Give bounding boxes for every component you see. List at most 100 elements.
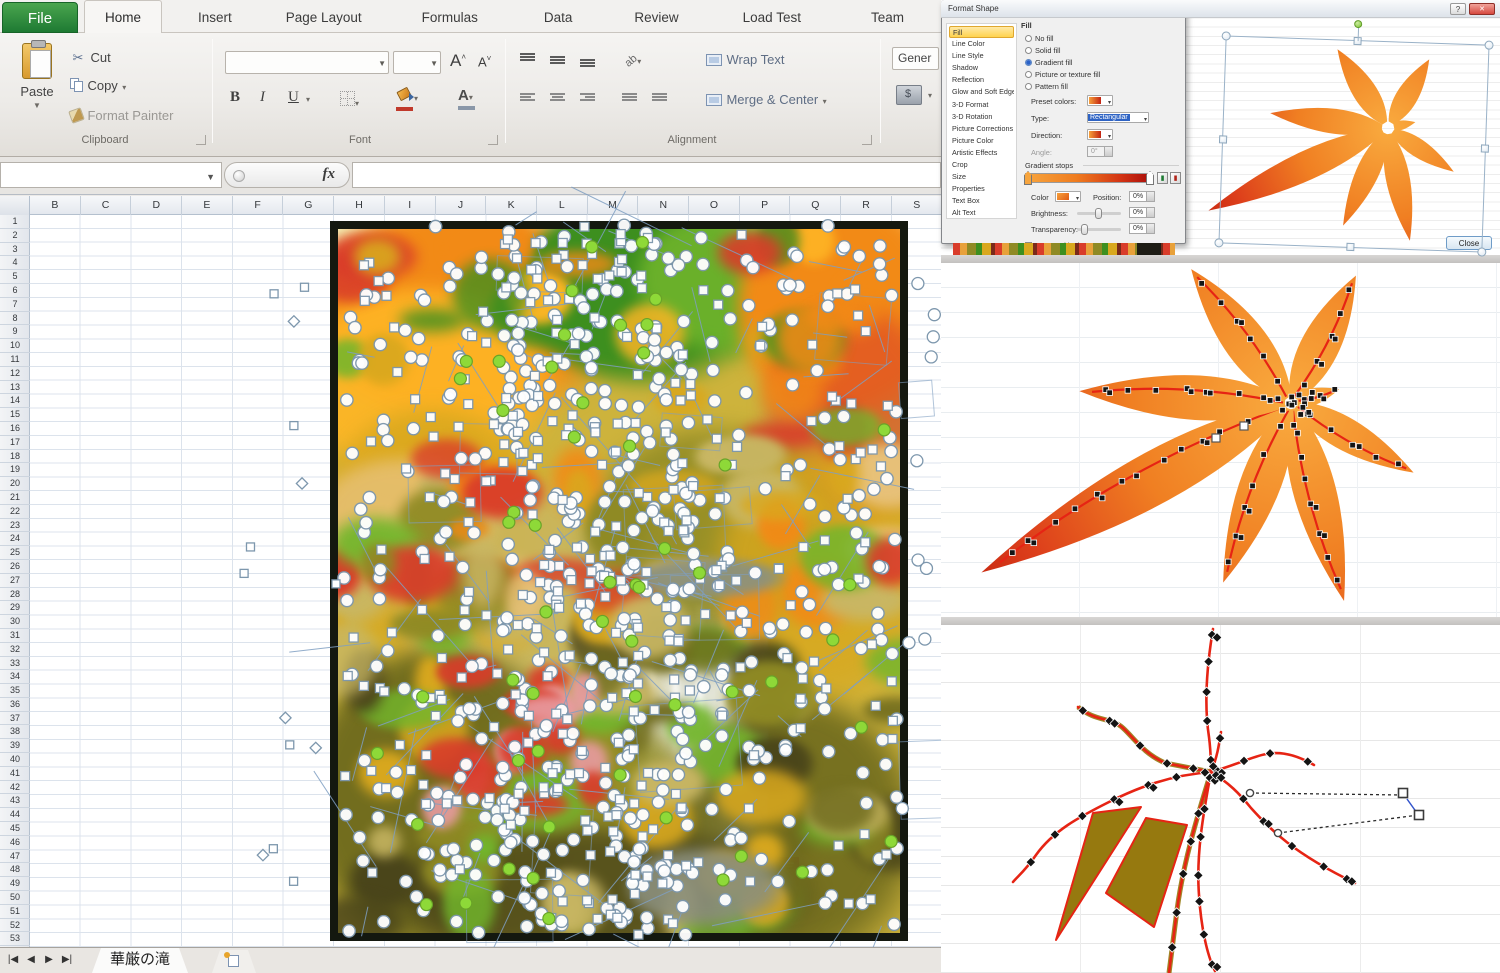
vein-edit-point[interactable] — [1298, 412, 1304, 418]
row-header-16[interactable]: 16 — [0, 422, 30, 436]
vein-edit-point[interactable] — [1246, 508, 1252, 514]
insert-function-button[interactable]: fx — [224, 162, 350, 188]
row-header-48[interactable]: 48 — [0, 863, 30, 877]
vein-edit-point[interactable] — [1204, 440, 1210, 446]
vein-edit-point[interactable] — [1325, 555, 1331, 561]
row-header-10[interactable]: 10 — [0, 339, 30, 353]
row-header-23[interactable]: 23 — [0, 519, 30, 533]
vein-edit-point[interactable] — [1153, 388, 1159, 394]
bezier-control-handle[interactable] — [1399, 789, 1408, 798]
cut-button[interactable]: ✂ Cut — [70, 49, 111, 67]
leaf-shape-with-veins[interactable] — [941, 263, 1500, 617]
vein-edit-point[interactable] — [1313, 505, 1319, 511]
row-header-25[interactable]: 25 — [0, 546, 30, 560]
vein-edit-point[interactable] — [1328, 427, 1334, 433]
paste-button[interactable]: Paste ▼ — [10, 41, 64, 133]
vein-edit-point[interactable] — [1396, 461, 1402, 467]
vein-edit-point[interactable] — [1350, 442, 1356, 448]
align-left-button[interactable] — [520, 91, 535, 109]
vein-edit-point[interactable] — [1308, 501, 1314, 507]
row-header-4[interactable]: 4 — [0, 256, 30, 270]
vein-edit-point[interactable] — [1322, 533, 1328, 539]
vein-edit-point[interactable] — [1334, 577, 1340, 583]
column-header-B[interactable]: B — [30, 196, 81, 215]
row-header-52[interactable]: 52 — [0, 919, 30, 933]
vein-edit-point[interactable] — [1202, 687, 1212, 697]
vein-edit-point[interactable] — [1188, 389, 1194, 395]
bezier-control-handle[interactable] — [1415, 811, 1424, 820]
vein-edit-point[interactable] — [1072, 506, 1078, 512]
row-header-42[interactable]: 42 — [0, 781, 30, 795]
vein-edit-point[interactable] — [1302, 382, 1308, 388]
font-color-button[interactable]: A▾ — [458, 87, 475, 110]
resize-handle[interactable] — [1222, 31, 1231, 40]
row-header-17[interactable]: 17 — [0, 436, 30, 450]
format-painter-button[interactable]: Format Painter — [70, 107, 173, 125]
vein-edit-point[interactable] — [1207, 390, 1213, 396]
vein-edit-point[interactable] — [1178, 869, 1188, 879]
row-header-41[interactable]: 41 — [0, 767, 30, 781]
ribbon-tab-insert[interactable]: Insert — [178, 1, 252, 34]
row-header-40[interactable]: 40 — [0, 753, 30, 767]
merge-center-button[interactable]: Merge & Center ▾ — [706, 91, 827, 109]
accounting-format-icon[interactable] — [896, 85, 922, 105]
file-tab[interactable]: File — [2, 2, 78, 33]
column-header-I[interactable]: I — [385, 196, 436, 215]
leaflet-shape[interactable] — [1289, 276, 1356, 400]
vein-edit-point[interactable] — [1280, 407, 1286, 413]
vein-edit-point[interactable] — [1346, 287, 1352, 293]
vein-edit-point[interactable] — [1204, 657, 1214, 667]
vein-edit-point[interactable] — [1373, 455, 1379, 461]
vein-skeleton-paths[interactable] — [941, 625, 1500, 973]
column-header-C[interactable]: C — [81, 196, 132, 215]
ribbon-tab-team[interactable]: Team — [851, 1, 924, 34]
first-sheet-button[interactable]: |◀ — [4, 948, 22, 972]
alignment-dialog-launcher[interactable] — [862, 135, 872, 145]
decrease-indent-button[interactable] — [622, 91, 637, 109]
row-header-44[interactable]: 44 — [0, 808, 30, 822]
row-header-31[interactable]: 31 — [0, 629, 30, 643]
align-middle-button[interactable] — [550, 54, 565, 72]
row-header-5[interactable]: 5 — [0, 270, 30, 284]
shape-selection-box[interactable] — [1218, 35, 1489, 252]
column-header-L[interactable]: L — [537, 196, 588, 215]
row-header-20[interactable]: 20 — [0, 477, 30, 491]
row-header-37[interactable]: 37 — [0, 712, 30, 726]
clipboard-dialog-launcher[interactable] — [196, 135, 206, 145]
vein-edit-point[interactable] — [1278, 423, 1284, 429]
column-header-M[interactable]: M — [588, 196, 639, 215]
column-header-E[interactable]: E — [182, 196, 233, 215]
vein-edit-point[interactable] — [1218, 300, 1224, 306]
row-header-14[interactable]: 14 — [0, 394, 30, 408]
insert-worksheet-tab[interactable] — [212, 950, 256, 973]
row-header-47[interactable]: 47 — [0, 850, 30, 864]
sheet-tab-active[interactable]: 華厳の滝 — [92, 948, 188, 973]
row-header-2[interactable]: 2 — [0, 229, 30, 243]
vein-edit-point[interactable] — [1291, 422, 1297, 428]
selected-edit-point[interactable] — [1212, 434, 1220, 442]
vein-edit-point[interactable] — [1172, 908, 1182, 918]
vein-edit-point[interactable] — [1215, 733, 1225, 743]
column-header-K[interactable]: K — [486, 196, 537, 215]
row-header-33[interactable]: 33 — [0, 657, 30, 671]
vein-edit-point[interactable] — [1010, 550, 1016, 556]
vein-edit-point[interactable] — [1265, 749, 1275, 759]
underline-button[interactable]: U — [288, 89, 299, 106]
vein-edit-point[interactable] — [1193, 871, 1203, 881]
vein-edit-point[interactable] — [1031, 540, 1037, 546]
vein-edit-point[interactable] — [1188, 764, 1198, 774]
resize-handle[interactable] — [1346, 243, 1354, 251]
vein-edit-point[interactable] — [1202, 716, 1212, 726]
vein-edit-point[interactable] — [1195, 897, 1205, 907]
last-sheet-button[interactable]: ▶| — [58, 948, 76, 972]
row-header-26[interactable]: 26 — [0, 560, 30, 574]
vein-edit-point[interactable] — [1196, 832, 1206, 842]
shrink-font-button[interactable]: A˅ — [478, 54, 491, 69]
row-header-1[interactable]: 1 — [0, 215, 30, 229]
column-header-D[interactable]: D — [131, 196, 182, 215]
vein-edit-point[interactable] — [1261, 353, 1267, 359]
vein-edit-point[interactable] — [1119, 478, 1125, 484]
vein-edit-point[interactable] — [1332, 387, 1338, 393]
vein-edit-point[interactable] — [1236, 391, 1242, 397]
vein-edit-point[interactable] — [1332, 336, 1338, 342]
